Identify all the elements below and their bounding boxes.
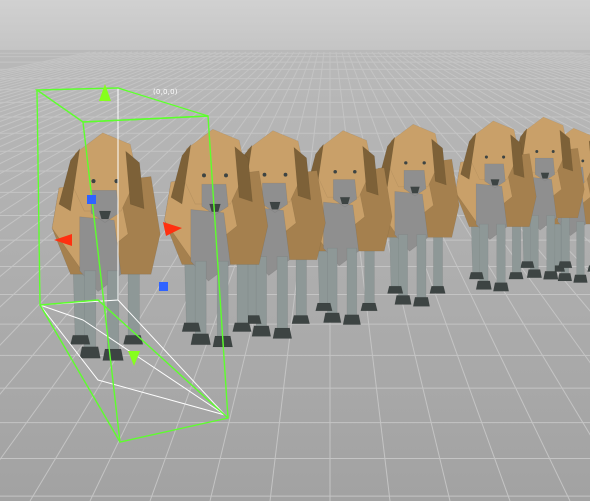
dog-leg <box>576 221 585 277</box>
dog-paw <box>468 272 485 280</box>
dog-eye <box>224 173 228 178</box>
dog-nose <box>209 203 221 213</box>
dog-paw <box>315 302 333 312</box>
dog-leg <box>496 223 506 285</box>
dog-leg <box>346 247 358 318</box>
dog-paw <box>557 261 573 269</box>
dog-nose <box>98 210 112 220</box>
dog-paw <box>291 315 311 325</box>
origin-coordinate-label: (0,0,0) <box>153 88 178 96</box>
dog-paw <box>190 333 212 346</box>
axis-z-back-handle[interactable] <box>159 282 168 291</box>
dog-paw <box>323 312 342 323</box>
dog-leg <box>546 215 556 274</box>
dog-nose <box>410 186 420 194</box>
dog-paw <box>412 296 431 307</box>
dog-eye <box>484 155 488 159</box>
dog-paw <box>520 261 535 269</box>
dog-eye <box>202 173 206 178</box>
dog-eye <box>535 150 539 153</box>
dog-eye <box>333 169 337 174</box>
dog-nose <box>339 196 351 205</box>
3d-scene-viewport[interactable]: (0,0,0) <box>0 0 590 501</box>
dog-paw <box>79 346 101 359</box>
dog-leg <box>416 234 427 300</box>
dog-nose <box>490 179 500 186</box>
dog-nose <box>269 201 281 210</box>
dog-eye <box>422 161 426 165</box>
dog-eye <box>283 172 288 177</box>
dog-paw <box>429 285 446 294</box>
dog-eye <box>262 172 267 177</box>
dog-paw <box>492 282 510 292</box>
dog-paw <box>526 269 543 279</box>
dog-paw <box>557 273 573 282</box>
dog-eye <box>353 169 357 174</box>
dog-paw <box>122 334 144 345</box>
dog-eye <box>551 150 555 153</box>
dog-paw <box>573 274 588 283</box>
dog-paw <box>70 334 91 345</box>
dog-paw <box>394 295 412 305</box>
dog-eye <box>502 155 506 159</box>
dog-paw <box>272 327 293 339</box>
axis-z-front-handle[interactable] <box>87 195 96 204</box>
dog-paw <box>181 322 202 332</box>
dog-paw <box>342 314 362 325</box>
dog-paw <box>508 272 524 280</box>
dog-leg <box>276 256 288 331</box>
dog-paw <box>387 285 404 294</box>
dog-nose <box>540 172 550 179</box>
dog-paw <box>232 322 252 332</box>
dog-eye <box>404 161 408 165</box>
dog-paw <box>475 280 492 290</box>
dog-paw <box>543 270 559 280</box>
dog-leg <box>106 270 120 352</box>
scene-canvas[interactable] <box>0 0 590 501</box>
dog-eye <box>91 179 96 184</box>
dog-paw <box>102 348 124 361</box>
dog-paw <box>251 325 272 337</box>
dog-eye <box>581 159 585 163</box>
dog-paw <box>360 302 378 312</box>
